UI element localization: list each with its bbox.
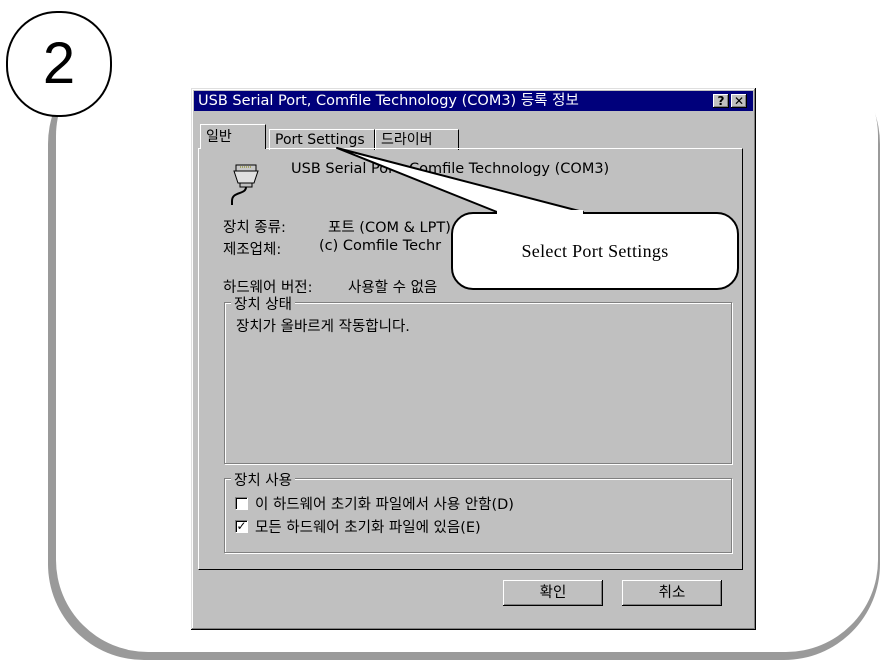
cancel-button[interactable]: 취소 xyxy=(622,580,722,606)
properties-dialog: USB Serial Port, Comfile Technology (COM… xyxy=(191,88,756,630)
device-type-value: 포트 (COM & LPT) xyxy=(328,220,451,236)
manufacturer-value: (c) Comfile Techr xyxy=(319,238,442,254)
manufacturer-label: 제조업체: xyxy=(223,242,282,258)
callout-text: Select Port Settings xyxy=(521,240,669,261)
device-status-group: 장치 상태 장치가 올바르게 작동합니다. xyxy=(224,293,734,464)
device-usage-legend: 장치 사용 xyxy=(231,469,295,490)
device-name: USB Serial Port, Comfile Technology (COM… xyxy=(291,161,610,177)
tab-general[interactable]: 일반 xyxy=(200,124,266,149)
hardware-version-value: 사용할 수 없음 xyxy=(348,280,438,296)
dialog-title: USB Serial Port, Comfile Technology (COM… xyxy=(198,93,579,109)
help-button[interactable]: ? xyxy=(713,94,729,108)
disable-in-profile-checkbox[interactable] xyxy=(235,497,248,510)
device-usage-group: 장치 사용 이 하드웨어 초기화 파일에서 사용 안함(D) ✓ 모든 하드웨어… xyxy=(224,469,732,553)
tab-driver[interactable]: 드라이버 xyxy=(375,129,459,150)
callout-bubble: Select Port Settings xyxy=(451,212,739,290)
step-number-badge: 2 xyxy=(6,11,112,117)
device-type-label: 장치 종류: xyxy=(223,220,286,236)
tab-port-settings[interactable]: Port Settings xyxy=(269,129,375,150)
callout-join xyxy=(497,210,583,215)
device-status-legend: 장치 상태 xyxy=(231,293,295,314)
serial-port-connector-icon xyxy=(231,164,259,205)
title-bar[interactable]: USB Serial Port, Comfile Technology (COM… xyxy=(194,91,753,111)
ok-button[interactable]: 확인 xyxy=(503,580,603,606)
disable-in-profile-label[interactable]: 이 하드웨어 초기화 파일에서 사용 안함(D) xyxy=(255,493,514,514)
device-status-box: 장치가 올바르게 작동합니다. xyxy=(236,315,734,459)
close-button[interactable]: ✕ xyxy=(731,94,747,108)
device-status-text: 장치가 올바르게 작동합니다. xyxy=(236,319,410,335)
exists-in-all-profiles-label[interactable]: 모든 하드웨어 초기화 파일에 있음(E) xyxy=(255,516,481,537)
exists-in-all-profiles-checkbox[interactable]: ✓ xyxy=(235,520,248,533)
